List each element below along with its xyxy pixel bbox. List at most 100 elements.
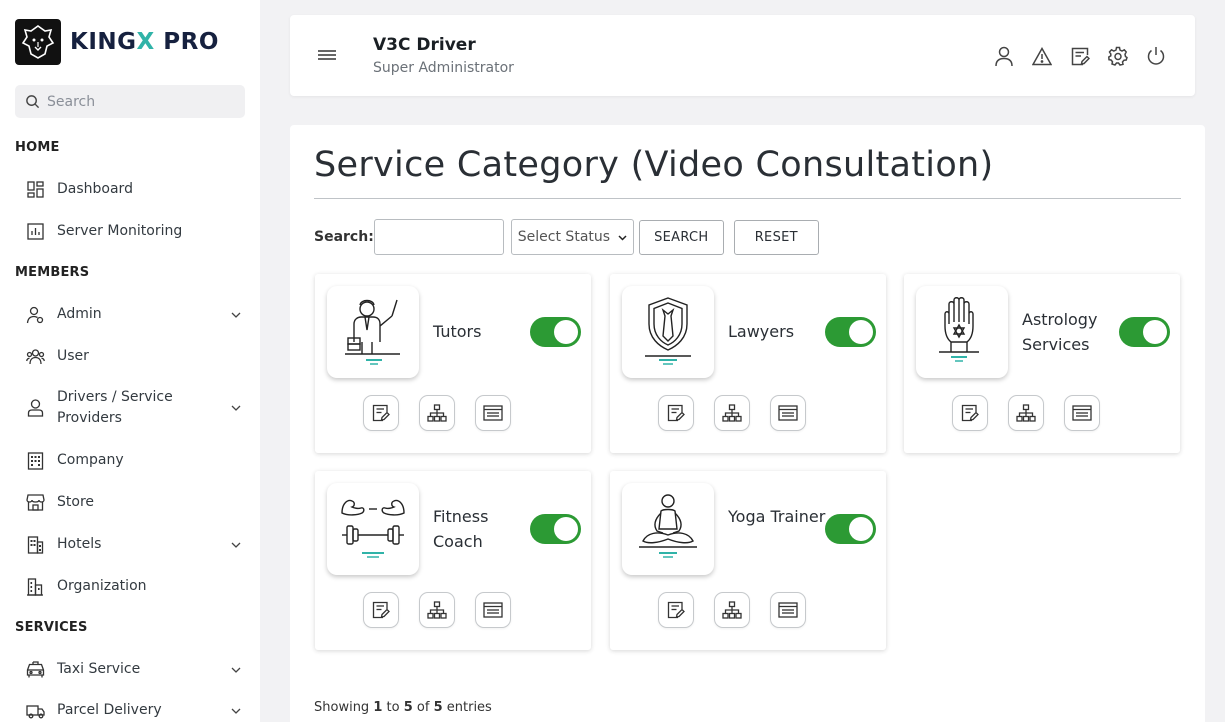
hamburger-menu-icon[interactable]	[317, 47, 337, 63]
sidebar-item-label: User	[57, 348, 89, 364]
taxi-icon	[25, 660, 45, 680]
sitemap-icon[interactable]	[714, 395, 750, 431]
chart-icon	[25, 222, 45, 242]
sidebar-item-label: Drivers / Service Providers	[57, 389, 173, 426]
sidebar-item-label: Organization	[57, 578, 147, 594]
chevron-down-icon	[229, 538, 243, 552]
power-icon[interactable]	[1145, 45, 1167, 67]
sidebar-item-label: Server Monitoring	[57, 223, 183, 239]
section-home: HOME	[15, 140, 60, 155]
users-icon	[25, 347, 45, 367]
status-toggle[interactable]	[530, 514, 581, 544]
pagination-info: Showing 1 to 5 of 5 entries	[314, 700, 492, 715]
dashboard-icon	[25, 180, 45, 200]
search-field[interactable]	[373, 219, 504, 255]
edit-icon[interactable]	[363, 395, 399, 431]
store-icon	[25, 493, 45, 513]
search-placeholder: Search	[47, 93, 96, 110]
toggle-knob	[1143, 320, 1167, 344]
status-toggle[interactable]	[1119, 317, 1170, 347]
category-card: Lawyers	[610, 274, 886, 453]
building-icon	[25, 451, 45, 471]
category-card: Astrology Services	[904, 274, 1180, 453]
sidebar-item-store[interactable]: Store	[25, 492, 245, 513]
header-title: V3C Driver	[373, 35, 476, 55]
dumbbell-icon	[327, 483, 419, 575]
card-view-icon[interactable]	[1064, 395, 1100, 431]
edit-icon[interactable]	[658, 395, 694, 431]
section-services: SERVICES	[15, 620, 88, 635]
category-name: Lawyers	[728, 322, 795, 341]
sidebar-item-organization[interactable]: Organization	[25, 576, 245, 597]
card-view-icon[interactable]	[770, 592, 806, 628]
chevron-down-icon	[229, 663, 243, 677]
sidebar: KINGX PRO Search HOME Dashboard Server M…	[0, 0, 260, 722]
sitemap-icon[interactable]	[1008, 395, 1044, 431]
sidebar-item-admin[interactable]: Admin	[25, 304, 245, 325]
card-actions	[952, 395, 1100, 431]
card-actions	[363, 592, 511, 628]
sidebar-item-company[interactable]: Company	[25, 450, 245, 471]
tutor-icon	[327, 286, 419, 378]
admin-user-icon	[25, 305, 45, 325]
toggle-knob	[849, 517, 873, 541]
chevron-down-icon	[229, 308, 243, 322]
card-actions	[658, 395, 806, 431]
sidebar-item-label: Dashboard	[57, 181, 133, 197]
gear-icon[interactable]	[1107, 45, 1129, 67]
card-actions	[363, 395, 511, 431]
hamsa-hand-icon	[916, 286, 1008, 378]
top-header: V3C Driver Super Administrator	[290, 15, 1195, 96]
category-card: Fitness Coach	[315, 471, 591, 650]
edit-note-icon[interactable]	[1069, 45, 1091, 67]
status-select[interactable]: Select Status	[510, 219, 634, 255]
toggle-knob	[554, 320, 578, 344]
warning-icon[interactable]	[1031, 45, 1053, 67]
category-name: Astrology Services	[1022, 310, 1098, 354]
sitemap-icon[interactable]	[419, 395, 455, 431]
sitemap-icon[interactable]	[419, 592, 455, 628]
chevron-down-icon	[229, 704, 243, 718]
meditation-icon	[622, 483, 714, 575]
edit-icon[interactable]	[363, 592, 399, 628]
category-name: Fitness Coach	[433, 507, 489, 551]
status-toggle[interactable]	[530, 317, 581, 347]
edit-icon[interactable]	[658, 592, 694, 628]
profile-icon[interactable]	[993, 45, 1015, 67]
status-toggle[interactable]	[825, 514, 876, 544]
sidebar-item-drivers[interactable]: Drivers / Service Providers	[25, 387, 245, 429]
chevron-down-icon	[229, 401, 243, 415]
chevron-down-icon	[618, 229, 627, 245]
card-view-icon[interactable]	[475, 592, 511, 628]
card-view-icon[interactable]	[475, 395, 511, 431]
brand-logo[interactable]: KINGX PRO	[15, 19, 219, 65]
header-actions	[993, 45, 1167, 67]
edit-icon[interactable]	[952, 395, 988, 431]
hotel-icon	[25, 535, 45, 555]
search-button[interactable]: SEARCH	[638, 219, 724, 255]
category-name: Tutors	[433, 322, 482, 341]
sidebar-item-parcel-delivery[interactable]: Parcel Delivery	[25, 700, 245, 721]
search-label: Search:	[314, 229, 374, 245]
sidebar-item-label: Store	[57, 494, 95, 510]
sidebar-item-hotels[interactable]: Hotels	[25, 534, 245, 555]
organization-icon	[25, 577, 45, 597]
category-name: Yoga Trainer	[728, 507, 826, 526]
sidebar-item-label: Taxi Service	[57, 661, 141, 677]
toggle-knob	[849, 320, 873, 344]
reset-button[interactable]: RESET	[733, 219, 819, 255]
sitemap-icon[interactable]	[714, 592, 750, 628]
section-members: MEMBERS	[15, 265, 90, 280]
brand-name: KINGX PRO	[70, 29, 219, 55]
sidebar-search-input[interactable]: Search	[15, 85, 245, 118]
sidebar-item-dashboard[interactable]: Dashboard	[25, 179, 245, 200]
search-icon	[26, 95, 40, 109]
sidebar-item-server-monitoring[interactable]: Server Monitoring	[25, 221, 245, 242]
status-toggle[interactable]	[825, 317, 876, 347]
sidebar-item-label: Company	[57, 452, 124, 468]
sidebar-item-label: Admin	[57, 306, 102, 322]
shield-tie-icon	[622, 286, 714, 378]
sidebar-item-user[interactable]: User	[25, 346, 245, 367]
sidebar-item-taxi-service[interactable]: Taxi Service	[25, 659, 245, 680]
card-view-icon[interactable]	[770, 395, 806, 431]
